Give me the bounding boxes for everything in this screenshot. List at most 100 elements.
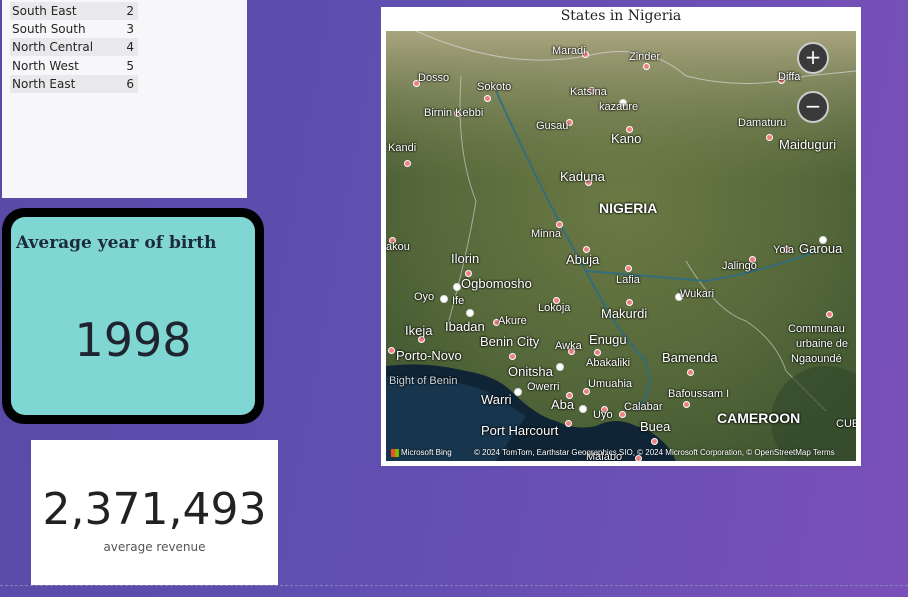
city-marker <box>579 405 587 413</box>
place-label: Wukari <box>680 288 715 300</box>
place-label: akou <box>386 241 410 253</box>
place-label: Ilorin <box>451 251 480 266</box>
place-label: Akure <box>498 315 527 327</box>
city-marker <box>514 388 522 396</box>
city-marker <box>643 63 650 70</box>
place-label: Gusau <box>536 120 569 132</box>
place-label: Umuahia <box>588 378 633 390</box>
kpi-label: average revenue <box>103 540 206 554</box>
place-label: CAMEROON <box>717 410 801 426</box>
microsoft-logo-icon <box>391 448 399 457</box>
city-marker <box>466 309 474 317</box>
kpi-card-inner: Average year of birth 1998 <box>11 217 255 415</box>
place-label: Abuja <box>566 252 600 267</box>
place-label: Benin City <box>480 334 540 349</box>
place-label: Kaduna <box>560 169 605 184</box>
region-name: North West <box>12 59 79 73</box>
place-label: Minna <box>531 228 561 240</box>
place-label: Porto-Novo <box>396 348 462 363</box>
region-table: South East 2 South South 3 North Central… <box>2 0 247 198</box>
region-name: North Central <box>12 40 94 54</box>
place-label: Lokoja <box>538 302 571 314</box>
map-visual: States in Nigeria Maradi Zinder Dosso So… <box>381 7 861 466</box>
map-title: States in Nigeria <box>560 8 682 24</box>
table-row: North Central 4 <box>10 38 138 56</box>
map-attribution[interactable]: © 2024 TomTom, Earthstar Geographics SIO… <box>474 448 835 457</box>
place-label: Garoua <box>799 241 843 256</box>
region-code: 3 <box>126 22 134 36</box>
place-label: Ngaoundé <box>791 353 842 365</box>
map-canvas[interactable]: Maradi Zinder Dosso Sokoto Katsina Diffa… <box>386 31 856 461</box>
city-marker <box>687 369 694 376</box>
zoom-in-button[interactable]: + <box>797 42 829 74</box>
kpi-value: 1998 <box>74 313 192 367</box>
city-marker <box>565 420 572 427</box>
region-name: North East <box>12 77 76 91</box>
place-label: Damaturu <box>738 117 787 129</box>
place-label: Kandi <box>388 142 417 154</box>
place-label: Kano <box>611 131 642 146</box>
page-divider <box>0 585 908 587</box>
zoom-out-button[interactable]: − <box>797 91 829 123</box>
region-code: 6 <box>126 77 134 91</box>
region-name: South East <box>12 4 77 18</box>
region-code: 4 <box>126 40 134 54</box>
place-label: Maradi <box>552 45 586 57</box>
city-marker <box>556 363 564 371</box>
city-marker <box>766 134 773 141</box>
table-row: South South 3 <box>10 20 138 38</box>
city-marker <box>440 295 448 303</box>
place-label: Owerri <box>527 381 560 393</box>
city-marker <box>388 347 395 354</box>
place-label: Abakaliki <box>586 357 631 369</box>
place-label: Katsina <box>570 86 607 98</box>
table-row: North West 5 <box>10 57 138 75</box>
place-label: Diffa <box>778 71 801 83</box>
place-label: Maiduguri <box>779 137 837 152</box>
city-marker <box>509 353 516 360</box>
kpi-card-birth-year: Average year of birth 1998 <box>2 208 264 424</box>
city-marker <box>826 311 833 318</box>
place-label: Enugu <box>589 332 627 347</box>
place-label: Warri <box>481 392 512 407</box>
place-label: Yola <box>773 244 795 256</box>
place-label: Bafoussam I <box>668 388 730 400</box>
place-label: Onitsha <box>508 364 553 379</box>
place-label: Calabar <box>624 401 663 413</box>
place-label: Lafia <box>616 274 640 286</box>
kpi-value: 2,371,493 <box>42 484 267 535</box>
kpi-card-revenue: 2,371,493 average revenue <box>31 440 278 585</box>
place-label: CUE <box>836 418 856 430</box>
kpi-title: Average year of birth <box>16 233 217 253</box>
place-label: Zinder <box>629 51 661 63</box>
place-label: Ikeja <box>405 323 433 338</box>
place-label: Jalingo <box>722 260 757 272</box>
place-label: Communau <box>788 323 845 335</box>
table-row: South East 2 <box>10 2 138 20</box>
map-provider-logo: Microsoft Bing <box>391 448 452 457</box>
region-name: South South <box>12 22 86 36</box>
place-label: Ibadan <box>445 319 485 334</box>
place-label: urbaine de <box>796 338 848 350</box>
place-label: Birnin Kebbi <box>424 107 484 119</box>
place-label: Ogbomosho <box>461 276 532 291</box>
city-marker <box>625 265 632 272</box>
place-label: kazaure <box>599 101 639 113</box>
city-marker <box>556 221 563 228</box>
place-label: Port Harcourt <box>481 423 559 438</box>
place-label: Makurdi <box>601 306 648 321</box>
city-marker <box>594 349 601 356</box>
city-marker <box>404 160 411 167</box>
place-label: NIGERIA <box>599 200 658 216</box>
place-label: Aba <box>551 397 575 412</box>
place-label: Awka <box>555 340 582 352</box>
place-label: Bamenda <box>662 350 718 365</box>
place-label: Sokoto <box>477 81 512 93</box>
place-label: Ife <box>452 295 465 307</box>
city-marker <box>626 299 633 306</box>
place-label: Oyo <box>414 291 435 303</box>
place-label: Dosso <box>418 72 450 84</box>
city-marker <box>484 95 491 102</box>
region-code: 5 <box>126 59 134 73</box>
place-label: Uyo <box>593 409 613 421</box>
